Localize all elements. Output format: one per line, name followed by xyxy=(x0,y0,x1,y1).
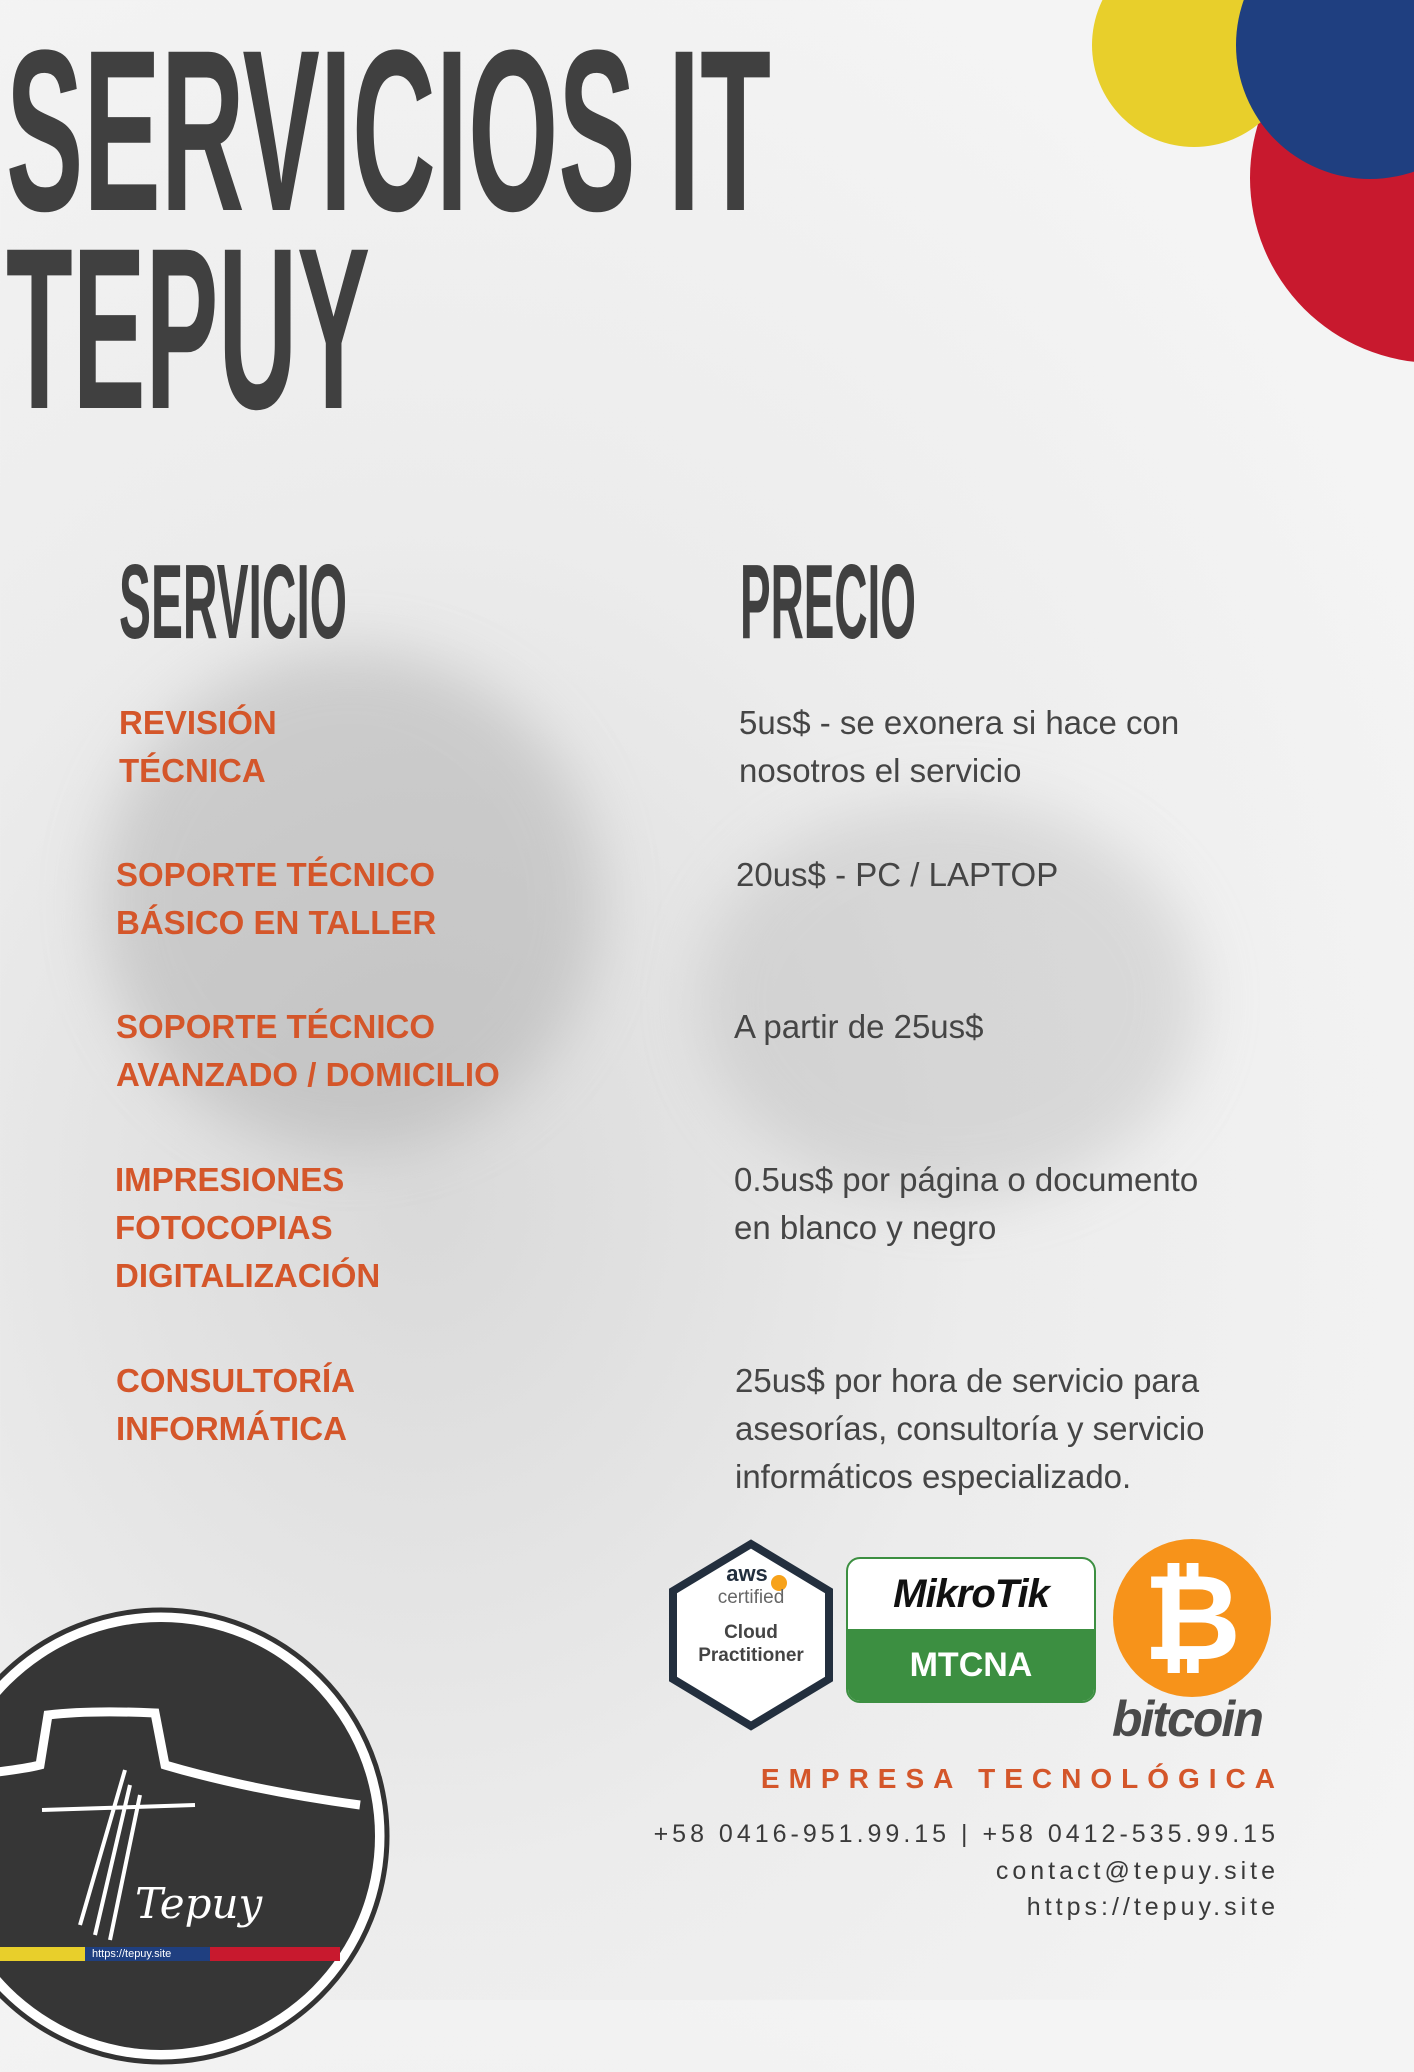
price-header: PRECIO xyxy=(740,543,916,650)
mikrotik-logo-text: MikroTik xyxy=(893,1572,1050,1616)
service-name: IMPRESIONES FOTOCOPIAS DIGITALIZACIÓN xyxy=(115,1161,381,1294)
website-link[interactable]: https://tepuy.site xyxy=(1027,1893,1279,1922)
title-line-2: TEPUY xyxy=(6,200,370,420)
tepuy-logo: Tepuy https://tepuy.site xyxy=(0,1605,392,2067)
service-name: SOPORTE TÉCNICO BÁSICO EN TALLER xyxy=(116,856,437,941)
service-price: A partir de 25us$ xyxy=(734,1008,984,1045)
column-headers: SERVICIO PRECIO xyxy=(119,543,916,650)
service-name: CONSULTORÍA INFORMÁTICA xyxy=(116,1362,355,1447)
aws-certified-badge: aws certified Cloud Practitioner xyxy=(667,1539,835,1731)
tepuy-mountain-icon xyxy=(0,1607,390,2065)
page-title: SERVICIOS IT TEPUY xyxy=(6,2,771,420)
bitcoin-symbol: ₿ xyxy=(1143,1551,1241,1685)
service-name: SOPORTE TÉCNICO AVANZADO / DOMICILIO xyxy=(116,1008,500,1093)
service-price: 5us$ - se exonera si hace con nosotros e… xyxy=(739,704,1180,789)
mtcna-label: MTCNA xyxy=(848,1629,1094,1701)
aws-cloud-text: Cloud xyxy=(724,1622,778,1643)
service-header: SERVICIO xyxy=(119,543,347,650)
tagline: EMPRESA TECNOLÓGICA xyxy=(760,1763,1284,1794)
logo-url: https://tepuy.site xyxy=(92,1948,172,1960)
logo-script-text: Tepuy xyxy=(135,1879,263,1928)
phone-numbers: +58 0416-951.99.15 | +58 0412-535.99.15 xyxy=(653,1820,1279,1848)
bitcoin-label: bitcoin xyxy=(1112,1691,1264,1747)
bitcoin-icon: ₿ xyxy=(1113,1539,1271,1697)
aws-practitioner-text: Practitioner xyxy=(698,1645,804,1666)
corner-circles xyxy=(1092,0,1414,362)
service-price: 0.5us$ por página o documento en blanco … xyxy=(734,1161,1199,1246)
aws-logo-text: aws xyxy=(726,1561,768,1586)
service-price: 20us$ - PC / LAPTOP xyxy=(736,856,1059,893)
mikrotik-mtcna-badge: MikroTik MTCNA xyxy=(846,1557,1096,1703)
service-name: REVISIÓN TÉCNICA xyxy=(119,704,277,789)
email-link[interactable]: contact@tepuy.site xyxy=(996,1857,1279,1886)
aws-certified-text: certified xyxy=(717,1587,785,1608)
service-price: 25us$ por hora de servicio para asesoría… xyxy=(735,1362,1205,1495)
